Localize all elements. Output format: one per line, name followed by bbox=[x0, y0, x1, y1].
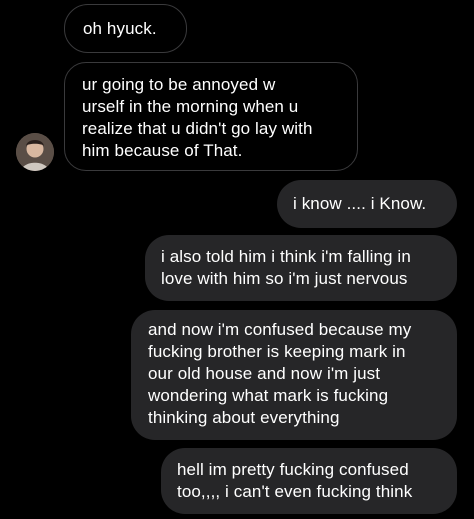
outgoing-message[interactable]: i also told him i think i'm falling in l… bbox=[145, 235, 457, 301]
outgoing-message[interactable]: i know .... i Know. bbox=[277, 180, 457, 228]
outgoing-message[interactable]: and now i'm confused because my fucking … bbox=[131, 310, 457, 440]
incoming-message[interactable]: oh hyuck. bbox=[64, 4, 187, 53]
contact-avatar[interactable] bbox=[16, 133, 54, 171]
incoming-message[interactable]: ur going to be annoyed w urself in the m… bbox=[64, 62, 358, 171]
message-thread: oh hyuck. ur going to be annoyed w ursel… bbox=[0, 0, 474, 519]
avatar-photo-icon bbox=[16, 133, 54, 171]
outgoing-message[interactable]: hell im pretty fucking confused too,,,, … bbox=[161, 448, 457, 514]
